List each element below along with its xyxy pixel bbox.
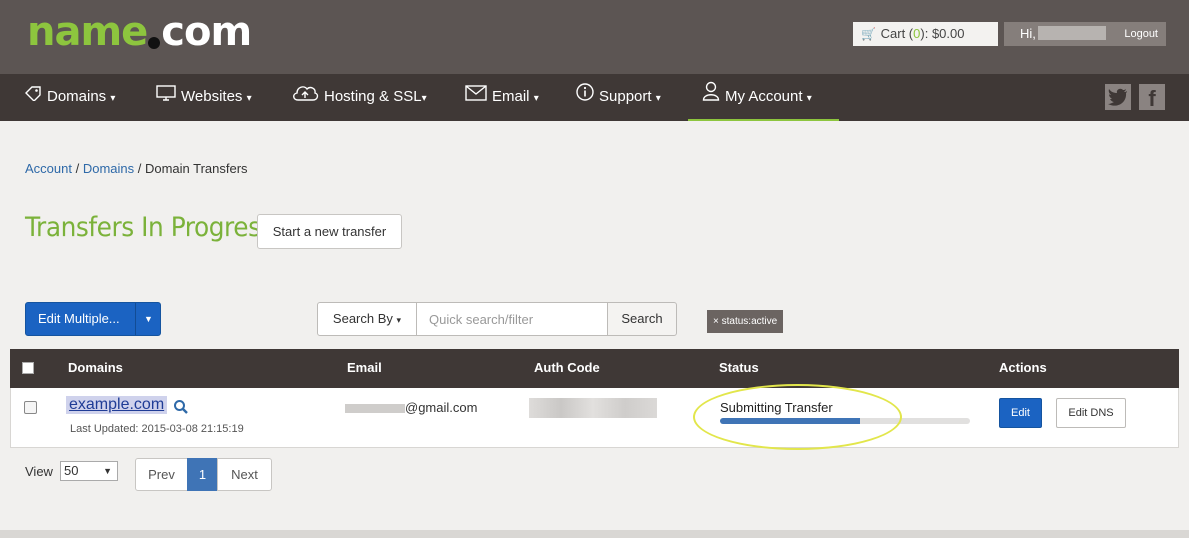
table-header: Domains Email Auth Code Status Actions bbox=[10, 349, 1179, 388]
column-header-email[interactable]: Email bbox=[347, 349, 382, 387]
site-logo[interactable]: name com bbox=[27, 9, 252, 55]
search-icon[interactable] bbox=[173, 399, 189, 415]
table-row: example.com Last Updated: 2015-03-08 21:… bbox=[10, 388, 1179, 448]
breadcrumb: Account / Domains / Domain Transfers bbox=[25, 161, 248, 176]
nav-item-websites[interactable]: Websites ▾ bbox=[156, 74, 252, 121]
twitter-icon[interactable] bbox=[1105, 84, 1131, 110]
cart-button[interactable]: 🛒 Cart (0): $0.00 bbox=[853, 22, 998, 46]
nav-item-email[interactable]: Email ▾ bbox=[465, 74, 539, 121]
column-header-auth-code[interactable]: Auth Code bbox=[534, 349, 600, 387]
user-icon bbox=[702, 74, 720, 120]
edit-dns-button[interactable]: Edit DNS bbox=[1056, 398, 1126, 428]
transfer-progress-bar bbox=[720, 418, 970, 424]
redacted-username bbox=[1037, 26, 1106, 40]
breadcrumb-account[interactable]: Account bbox=[25, 161, 72, 176]
bottom-bar bbox=[0, 530, 1189, 538]
row-checkbox[interactable] bbox=[24, 401, 37, 414]
prev-page-button[interactable]: Prev bbox=[135, 458, 188, 491]
next-page-button[interactable]: Next bbox=[217, 458, 272, 491]
page-1-button[interactable]: 1 bbox=[187, 458, 218, 491]
envelope-icon bbox=[465, 74, 487, 120]
monitor-icon bbox=[156, 74, 176, 120]
facebook-icon[interactable]: f bbox=[1139, 84, 1165, 111]
main-nav: Domains ▾ Websites ▾ Hosting & SSL▾ Emai… bbox=[0, 74, 1189, 121]
page-title: Transfers In Progress bbox=[25, 212, 274, 243]
top-header: name com 🛒 Cart (0): $0.00 Hi, Logout bbox=[0, 0, 1189, 74]
last-updated: Last Updated: 2015-03-08 21:15:19 bbox=[70, 423, 244, 435]
column-header-domains[interactable]: Domains bbox=[68, 349, 123, 387]
breadcrumb-domains[interactable]: Domains bbox=[83, 161, 134, 176]
email-value: @gmail.com bbox=[405, 400, 478, 415]
nav-item-my-account[interactable]: My Account ▾ bbox=[688, 74, 839, 121]
nav-item-hosting[interactable]: Hosting & SSL▾ bbox=[291, 74, 427, 121]
status-text: Submitting Transfer bbox=[720, 400, 833, 415]
progress-fill bbox=[720, 418, 860, 424]
user-menu: Hi, Logout bbox=[1004, 22, 1166, 46]
redacted-auth-code bbox=[529, 398, 657, 418]
edit-button[interactable]: Edit bbox=[999, 398, 1042, 428]
select-all-checkbox[interactable] bbox=[22, 362, 34, 374]
logo-dot bbox=[148, 37, 161, 49]
column-header-actions: Actions bbox=[999, 360, 1047, 375]
page-size-select[interactable]: 50 ▼ bbox=[60, 461, 118, 481]
nav-item-support[interactable]: Support ▾ bbox=[576, 74, 661, 121]
tag-icon bbox=[24, 74, 42, 120]
cart-total: $0.00 bbox=[931, 26, 965, 41]
info-icon bbox=[576, 74, 594, 120]
search-by-dropdown[interactable]: Search By ▾ bbox=[317, 302, 417, 336]
domain-link[interactable]: example.com bbox=[66, 396, 168, 414]
logout-link[interactable]: Logout bbox=[1124, 22, 1158, 46]
breadcrumb-current: Domain Transfers bbox=[144, 161, 248, 176]
cloud-icon bbox=[291, 74, 319, 120]
search-input[interactable] bbox=[416, 302, 608, 336]
nav-item-domains[interactable]: Domains ▾ bbox=[24, 74, 115, 121]
search-button[interactable]: Search bbox=[607, 302, 677, 336]
view-label: View bbox=[25, 464, 53, 479]
chevron-down-icon[interactable]: ▼ bbox=[144, 303, 153, 335]
edit-multiple-button[interactable]: Edit Multiple... ▼ bbox=[25, 302, 161, 336]
redacted-email-user bbox=[345, 404, 405, 413]
column-header-status[interactable]: Status bbox=[719, 349, 759, 387]
start-new-transfer-button[interactable]: Start a new transfer bbox=[257, 214, 402, 249]
cart-icon: 🛒 bbox=[861, 27, 876, 41]
status-filter-tag[interactable]: × status:active bbox=[707, 310, 783, 333]
